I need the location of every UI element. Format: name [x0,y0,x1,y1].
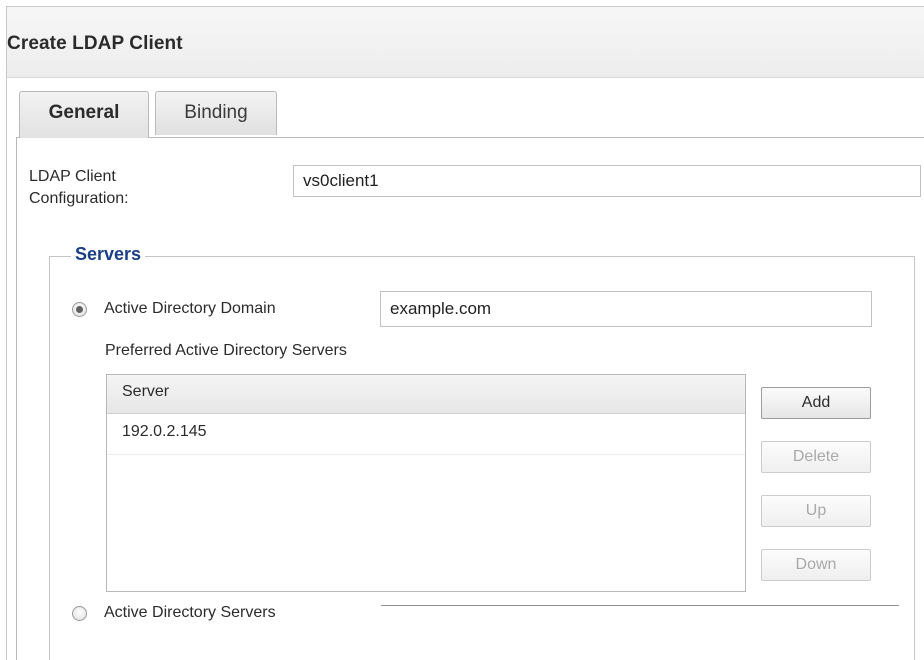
general-tab-panel: LDAP Client Configuration: Servers Activ… [16,137,924,660]
down-button[interactable]: Down [761,549,871,581]
ldap-client-configuration-label: LDAP Client Configuration: [29,168,129,207]
active-directory-domain-input[interactable] [380,291,872,327]
add-button[interactable]: Add [761,387,871,419]
section-divider [381,605,899,606]
tab-binding[interactable]: Binding [155,91,277,135]
preferred-servers-label: Preferred Active Directory Servers [105,342,347,359]
dialog-title-bar: Create LDAP Client [7,7,924,78]
active-directory-domain-radio[interactable] [72,302,87,317]
tab-general[interactable]: General [19,91,149,138]
preferred-servers-table[interactable]: Server 192.0.2.145 [106,374,746,592]
table-row[interactable]: 192.0.2.145 [107,414,745,455]
up-button[interactable]: Up [761,495,871,527]
ldap-client-configuration-input[interactable] [293,165,921,197]
delete-button[interactable]: Delete [761,441,871,473]
active-directory-domain-label[interactable]: Active Directory Domain [104,298,276,320]
dialog-title: Create LDAP Client [7,33,183,54]
table-header[interactable]: Server [107,375,745,414]
active-directory-servers-radio[interactable] [72,606,87,621]
servers-legend: Servers [71,244,146,265]
create-ldap-client-dialog: Create LDAP Client General Binding LDAP … [6,6,924,660]
active-directory-servers-label[interactable]: Active Directory Servers [104,602,276,624]
server-cell: 192.0.2.145 [122,423,207,440]
column-header-server[interactable]: Server [122,383,169,401]
page: Create LDAP Client General Binding LDAP … [0,0,924,660]
